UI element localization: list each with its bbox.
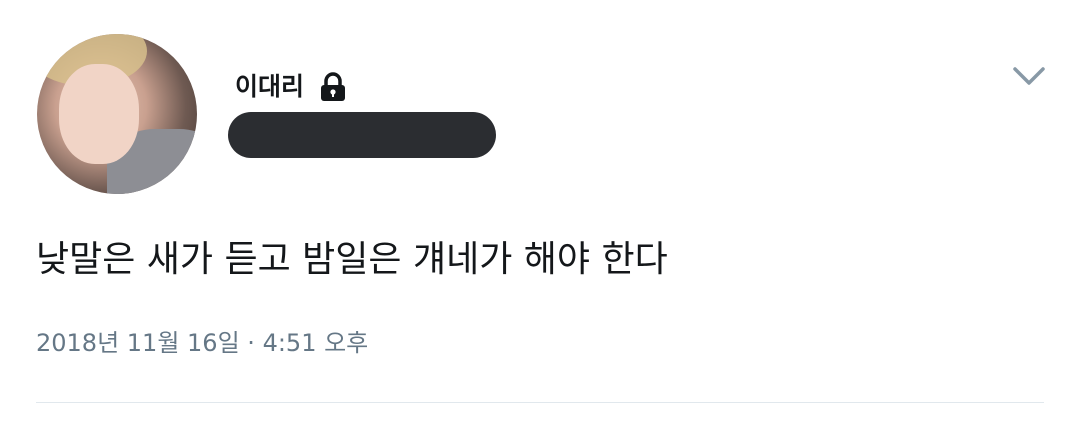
user-name-row[interactable]: 이대리	[235, 70, 348, 104]
avatar[interactable]	[37, 34, 197, 194]
tweet-timestamp[interactable]: 2018년 11월 16일 · 4:51 오후	[36, 325, 368, 361]
divider	[36, 402, 1044, 403]
meta-separator: ·	[247, 329, 255, 357]
redacted-handle	[228, 112, 496, 158]
chevron-down-icon[interactable]	[1012, 64, 1046, 88]
tweet-time: 4:51 오후	[262, 329, 369, 357]
avatar-face	[59, 64, 139, 164]
tweet-card: 이대리 낮말은 새가 듣고 밤일은 걔네가 해야 한다 2018년 11월 16…	[0, 0, 1080, 439]
lock-icon	[318, 71, 348, 103]
tweet-date: 2018년 11월 16일	[36, 329, 240, 357]
tweet-text: 낮말은 새가 듣고 밤일은 걔네가 해야 한다	[36, 239, 668, 280]
display-name[interactable]: 이대리	[235, 70, 304, 104]
